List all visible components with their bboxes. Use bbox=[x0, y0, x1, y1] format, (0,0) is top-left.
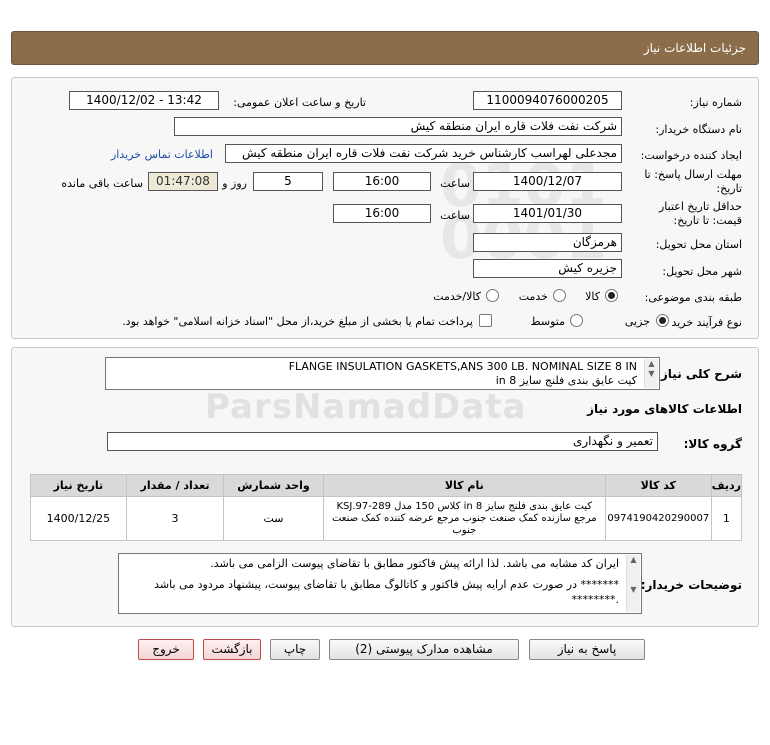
buyer-notes-line1: ایران کد مشابه می باشد. لذا ارائه پیش فا… bbox=[210, 557, 619, 570]
description-label: شرح کلی نیاز: bbox=[656, 367, 742, 381]
col-header-code: کد کالا bbox=[604, 474, 712, 497]
cell-qty: 3 bbox=[125, 496, 225, 541]
announce-label: تاریخ و ساعت اعلان عمومی: bbox=[233, 96, 366, 109]
treasury-payment-checkbox[interactable] bbox=[479, 314, 492, 327]
days-field: 5 bbox=[253, 172, 323, 191]
announce-field: 1400/12/02 - 13:42 bbox=[69, 91, 219, 110]
col-header-qty: تعداد / مقدار bbox=[125, 474, 225, 497]
goods-table: ردیف کد کالا نام کالا واحد شمارش تعداد /… bbox=[30, 474, 743, 541]
requester-label: ایجاد کننده درخواست: bbox=[640, 149, 742, 162]
buyer-notes-scrollbar[interactable]: ▲ ▼ bbox=[626, 555, 640, 612]
purchase-radio-minor[interactable] bbox=[656, 314, 669, 327]
validity-time-field: 16:00 bbox=[333, 204, 431, 223]
description-line-fa: کیت عایق بندی فلنج سایز 8 in bbox=[495, 374, 637, 387]
description-scrollbar[interactable]: ▲ ▼ bbox=[644, 359, 658, 388]
reply-time-field: 16:00 bbox=[333, 172, 431, 191]
purchase-radio-medium[interactable] bbox=[570, 314, 583, 327]
col-header-name: نام کالا bbox=[322, 474, 606, 497]
city-field: جزیره کیش bbox=[473, 259, 622, 278]
reply-time-label: ساعت bbox=[440, 177, 470, 190]
goods-table-header: ردیف کد کالا نام کالا واحد شمارش تعداد /… bbox=[30, 474, 743, 497]
city-label: شهر محل تحویل: bbox=[662, 265, 742, 278]
buyer-contact-link[interactable]: اطلاعات تماس خریدار bbox=[111, 148, 213, 161]
buyer-org-label: نام دستگاه خریدار: bbox=[655, 123, 742, 136]
reply-date-field: 1400/12/07 bbox=[473, 172, 622, 191]
validity-date-field: 1401/01/30 bbox=[473, 204, 622, 223]
requester-field: مجدعلی لهراسب کارشناس خرید شرکت نفت فلات… bbox=[225, 144, 622, 163]
page-title: جزئیات اطلاعات نیاز bbox=[643, 41, 746, 55]
col-header-date: تاریخ نیاز bbox=[30, 474, 127, 497]
col-header-unit: واحد شمارش bbox=[223, 474, 324, 497]
remaining-label: ساعت باقی مانده bbox=[61, 177, 143, 190]
page-header: جزئیات اطلاعات نیاز bbox=[11, 31, 759, 65]
category-option-both: کالا/خدمت bbox=[433, 290, 481, 303]
purchase-option-medium: متوسط bbox=[530, 315, 565, 328]
print-button[interactable]: چاپ bbox=[270, 639, 320, 660]
payment-note: پرداخت تمام یا بخشی از مبلغ خرید،از محل … bbox=[122, 315, 473, 328]
back-button[interactable]: بازگشت bbox=[203, 639, 261, 660]
need-number-label: شماره نیاز: bbox=[689, 96, 742, 109]
category-radio-goods[interactable] bbox=[605, 289, 618, 302]
description-textarea: FLANGE INSULATION GASKETS,ANS 300 LB. NO… bbox=[105, 357, 660, 390]
province-field: هرمزگان bbox=[473, 233, 622, 252]
category-radio-both[interactable] bbox=[486, 289, 499, 302]
validity-time-label: ساعت bbox=[440, 209, 470, 222]
buyer-notes-label: توضیحات خریدار: bbox=[640, 578, 742, 592]
col-header-row: ردیف bbox=[710, 474, 743, 497]
days-label: روز و bbox=[222, 177, 247, 190]
goods-group-field: تعمیر و نگهداری bbox=[107, 432, 658, 451]
category-option-service: خدمت bbox=[518, 290, 548, 303]
reply-deadline-label: مهلت ارسال پاسخ: تا تاریخ: bbox=[644, 168, 742, 195]
remaining-time-field: 01:47:08 bbox=[148, 172, 218, 191]
category-option-goods: کالا bbox=[585, 290, 600, 303]
buyer-org-field: شرکت نفت فلات قاره ایران منطقه کیش bbox=[174, 117, 622, 136]
goods-group-label: گروه کالا: bbox=[683, 437, 742, 451]
need-number-field: 1100094076000205 bbox=[473, 91, 622, 110]
cell-unit: ست bbox=[223, 496, 324, 541]
purchase-type-label: نوع فرآیند خرید : bbox=[664, 316, 742, 329]
table-row: 1 0974190420290007 کیت عایق بندی فلنج سا… bbox=[30, 496, 743, 541]
cell-name: کیت عایق بندی فلنج سایز 8 in کلاس 150 مد… bbox=[322, 496, 606, 541]
cell-code: 0974190420290007 bbox=[604, 496, 712, 541]
province-label: استان محل تحویل: bbox=[655, 238, 742, 251]
goods-section-title: اطلاعات کالاهای مورد نیاز bbox=[587, 402, 742, 416]
category-radio-service[interactable] bbox=[553, 289, 566, 302]
category-label: طبقه بندی موضوعی: bbox=[644, 291, 742, 304]
purchase-option-minor: جزیی bbox=[624, 315, 650, 328]
buyer-notes-textarea: ایران کد مشابه می باشد. لذا ارائه پیش فا… bbox=[118, 553, 642, 614]
price-validity-label: حداقل تاریخ اعتبار قیمت: تا تاریخ: bbox=[658, 200, 742, 227]
cell-row: 1 bbox=[710, 496, 743, 541]
exit-button[interactable]: خروج bbox=[138, 639, 194, 660]
buyer-notes-line2: ******* در صورت عدم ارایه پیش فاکتور و ک… bbox=[154, 578, 619, 606]
cell-date: 1400/12/25 bbox=[30, 496, 127, 541]
reply-button[interactable]: پاسخ به نیاز bbox=[529, 639, 645, 660]
description-line-en: FLANGE INSULATION GASKETS,ANS 300 LB. NO… bbox=[288, 360, 637, 373]
attachments-button[interactable]: مشاهده مدارک پیوستی (2) bbox=[329, 639, 519, 660]
